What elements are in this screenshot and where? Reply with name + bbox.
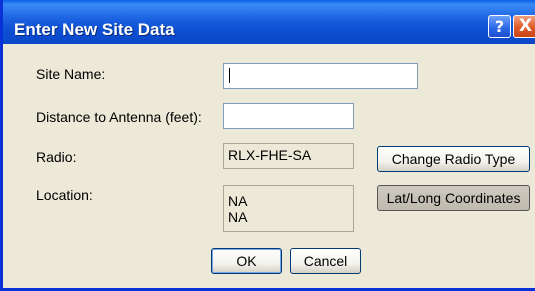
change-radio-type-button[interactable]: Change Radio Type <box>377 146 530 172</box>
location-label: Location: <box>36 187 93 203</box>
dialog-window: Enter New Site Data ? X Site Name: Dista… <box>0 0 535 291</box>
window-title: Enter New Site Data <box>14 20 175 39</box>
title-bar[interactable]: Enter New Site Data ? X <box>3 0 535 44</box>
lat-long-coordinates-button[interactable]: Lat/Long Coordinates <box>377 185 530 211</box>
close-icon[interactable]: X <box>513 15 535 38</box>
site-name-label: Site Name: <box>36 66 106 82</box>
distance-label: Distance to Antenna (feet): <box>36 109 202 125</box>
location-line-2: NA <box>228 209 248 225</box>
cancel-button[interactable]: Cancel <box>290 248 361 274</box>
distance-input[interactable] <box>223 103 354 129</box>
dialog-body: Site Name: Distance to Antenna (feet): R… <box>3 44 535 288</box>
radio-label: Radio: <box>36 149 77 165</box>
site-name-input[interactable] <box>223 63 418 89</box>
ok-button[interactable]: OK <box>211 248 282 274</box>
location-value: NA NA <box>223 185 354 232</box>
location-line-1: NA <box>228 193 248 209</box>
text-caret <box>229 68 230 83</box>
radio-value: RLX-FHE-SA <box>223 143 354 169</box>
help-icon[interactable]: ? <box>488 15 511 38</box>
